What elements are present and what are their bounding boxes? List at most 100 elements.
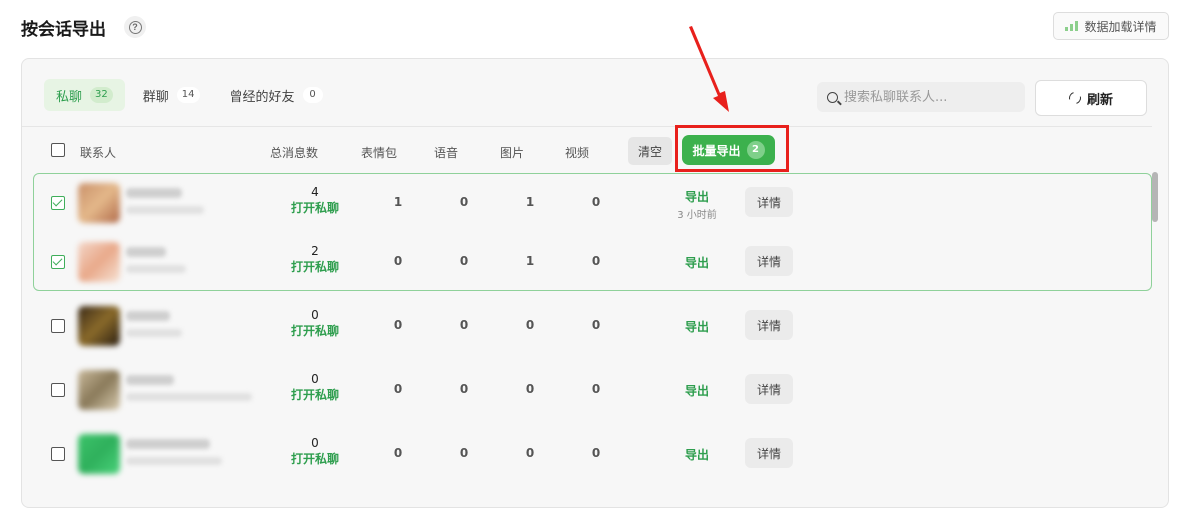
table-row[interactable]: 0 打开私聊 0 0 0 0 导出 详情 xyxy=(22,422,1152,486)
column-contact: 联系人 xyxy=(80,146,117,160)
tab-private-chat[interactable]: 私聊 32 xyxy=(44,79,125,111)
table-row[interactable]: 2 打开私聊 0 0 1 0 导出 详情 xyxy=(22,230,1152,294)
detail-button[interactable]: 详情 xyxy=(745,310,793,340)
column-voice: 语音 xyxy=(434,146,459,160)
total-cell: 0 打开私聊 xyxy=(270,372,360,404)
row-checkbox[interactable] xyxy=(51,319,65,333)
export-link[interactable]: 导出 xyxy=(672,382,722,399)
stickers-count: 0 xyxy=(393,254,403,268)
clear-selection-button[interactable]: 清空 xyxy=(628,137,672,165)
divider xyxy=(22,126,1152,127)
avatar xyxy=(78,370,120,410)
last-export-time: 3 小时前 xyxy=(677,210,717,221)
tab-label: 曾经的好友 xyxy=(229,89,295,105)
total-count: 2 xyxy=(311,244,319,258)
open-chat-link[interactable]: 打开私聊 xyxy=(270,387,360,404)
data-load-details-label: 数据加载详情 xyxy=(1084,19,1157,34)
contact-name xyxy=(126,311,170,321)
total-count: 0 xyxy=(311,308,319,322)
column-images: 图片 xyxy=(500,146,525,160)
tab-count-badge: 0 xyxy=(302,87,323,103)
export-link[interactable]: 导出 xyxy=(672,446,722,463)
row-checkbox[interactable] xyxy=(51,447,65,461)
export-link[interactable]: 导出 xyxy=(672,318,722,335)
avatar xyxy=(78,183,120,223)
highlight-box xyxy=(675,125,789,172)
open-chat-link[interactable]: 打开私聊 xyxy=(270,451,360,468)
tab-former-friends[interactable]: 曾经的好友 0 xyxy=(218,79,335,111)
total-cell: 4 打开私聊 xyxy=(270,185,360,217)
column-total-messages: 总消息数 xyxy=(270,146,319,160)
row-checkbox[interactable] xyxy=(51,255,65,269)
contact-name xyxy=(126,439,210,449)
tab-label: 群聊 xyxy=(142,89,169,105)
tab-label: 私聊 xyxy=(56,89,83,105)
refresh-button[interactable]: 刷新 xyxy=(1035,80,1147,116)
data-load-details-button[interactable]: 数据加载详情 xyxy=(1053,12,1169,40)
contact-subtitle xyxy=(126,457,222,465)
search-box xyxy=(817,82,1025,112)
refresh-label: 刷新 xyxy=(1086,92,1113,108)
avatar xyxy=(78,242,120,282)
voice-count: 0 xyxy=(459,195,469,209)
tab-group-chat[interactable]: 群聊 14 xyxy=(131,79,212,111)
export-link[interactable]: 导出 xyxy=(672,254,722,271)
voice-count: 0 xyxy=(459,382,469,396)
voice-count: 0 xyxy=(459,318,469,332)
detail-button[interactable]: 详情 xyxy=(745,438,793,468)
total-count: 4 xyxy=(311,185,319,199)
video-count: 0 xyxy=(591,254,601,268)
total-count: 0 xyxy=(311,436,319,450)
stickers-count: 0 xyxy=(393,318,403,332)
contact-subtitle xyxy=(126,206,204,214)
open-chat-link[interactable]: 打开私聊 xyxy=(270,259,360,276)
help-icon[interactable]: ? xyxy=(124,16,146,38)
session-export-panel: 私聊 32 群聊 14 曾经的好友 0 刷新 联系人 总消息数 表情包 语音 图… xyxy=(21,58,1169,508)
table-row[interactable]: 4 打开私聊 1 0 1 0 导出 3 小时前 详情 xyxy=(22,171,1152,235)
page-title: 按会话导出 xyxy=(21,20,106,40)
contact-subtitle xyxy=(126,265,186,273)
contact-name xyxy=(126,188,182,198)
total-cell: 0 打开私聊 xyxy=(270,308,360,340)
images-count: 1 xyxy=(525,254,535,268)
open-chat-link[interactable]: 打开私聊 xyxy=(270,323,360,340)
column-stickers: 表情包 xyxy=(361,146,398,160)
search-icon xyxy=(827,91,838,103)
scrollbar-thumb[interactable] xyxy=(1152,172,1158,222)
video-count: 0 xyxy=(591,382,601,396)
tab-count-badge: 32 xyxy=(90,87,113,103)
images-count: 0 xyxy=(525,318,535,332)
video-count: 0 xyxy=(591,195,601,209)
total-cell: 0 打开私聊 xyxy=(270,436,360,468)
detail-button[interactable]: 详情 xyxy=(745,246,793,276)
tab-count-badge: 14 xyxy=(176,87,200,103)
contact-subtitle xyxy=(126,393,252,401)
voice-count: 0 xyxy=(459,254,469,268)
contact-name xyxy=(126,247,166,257)
stickers-count: 0 xyxy=(393,382,403,396)
detail-button[interactable]: 详情 xyxy=(745,187,793,217)
video-count: 0 xyxy=(591,318,601,332)
voice-count: 0 xyxy=(459,446,469,460)
total-cell: 2 打开私聊 xyxy=(270,244,360,276)
video-count: 0 xyxy=(591,446,601,460)
table-row[interactable]: 0 打开私聊 0 0 0 0 导出 详情 xyxy=(22,294,1152,358)
images-count: 0 xyxy=(525,446,535,460)
images-count: 1 xyxy=(525,195,535,209)
stickers-count: 1 xyxy=(393,195,403,209)
export-link[interactable]: 导出 xyxy=(672,188,722,205)
images-count: 0 xyxy=(525,382,535,396)
select-all-checkbox[interactable] xyxy=(51,143,65,157)
contact-subtitle xyxy=(126,329,182,337)
search-input[interactable] xyxy=(844,89,1014,105)
detail-button[interactable]: 详情 xyxy=(745,374,793,404)
avatar xyxy=(78,306,120,346)
chat-type-tabs: 私聊 32 群聊 14 曾经的好友 0 xyxy=(44,79,335,111)
bar-chart-icon xyxy=(1065,21,1079,31)
row-checkbox[interactable] xyxy=(51,196,65,210)
open-chat-link[interactable]: 打开私聊 xyxy=(270,200,360,217)
row-checkbox[interactable] xyxy=(51,383,65,397)
contact-name xyxy=(126,375,174,385)
column-video: 视频 xyxy=(565,146,590,160)
table-row[interactable]: 0 打开私聊 0 0 0 0 导出 详情 xyxy=(22,358,1152,422)
